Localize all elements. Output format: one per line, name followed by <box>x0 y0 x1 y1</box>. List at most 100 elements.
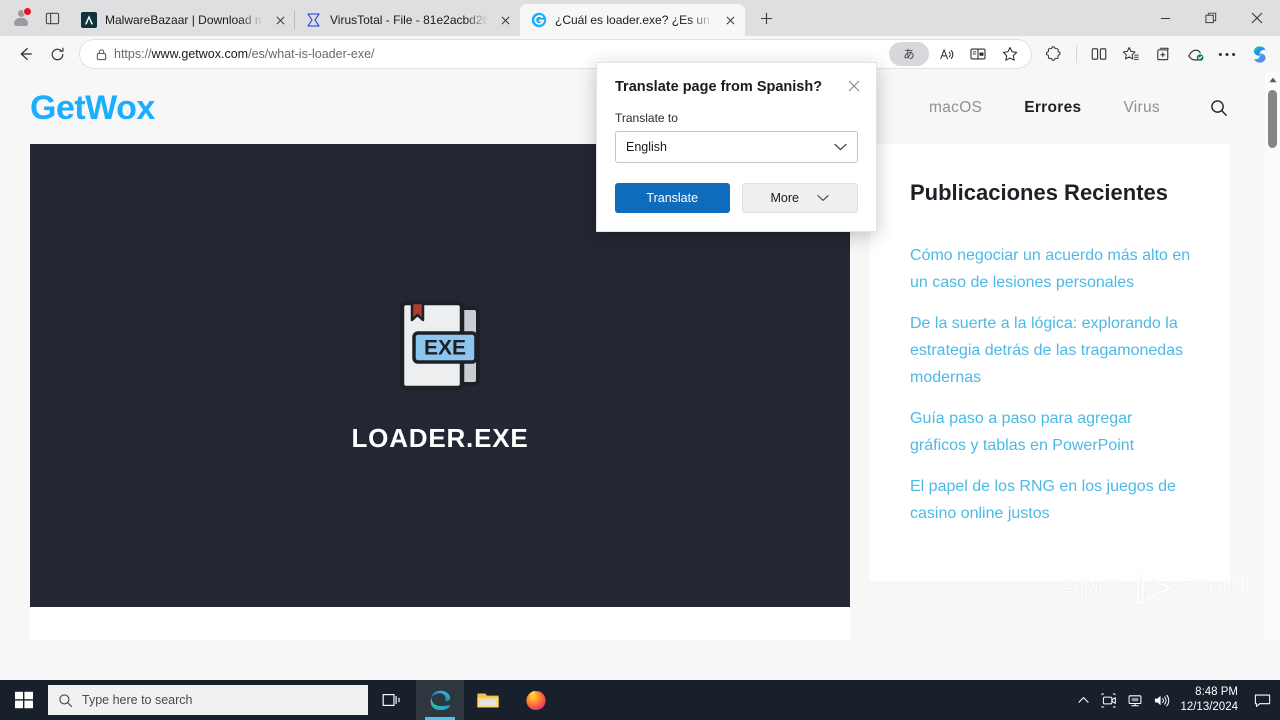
browser-essentials-button[interactable] <box>1180 39 1210 69</box>
immersive-reader-icon <box>970 48 986 60</box>
address-bar-actions: あ <box>889 39 1025 69</box>
copilot-button[interactable] <box>1244 39 1274 69</box>
tray-expand-button[interactable] <box>1070 680 1096 720</box>
malwarebazaar-icon <box>81 12 97 28</box>
hero-file-name: LOADER.EXE <box>351 423 529 453</box>
copilot-icon <box>1253 45 1266 63</box>
anyrun-play-icon <box>1137 571 1171 605</box>
sidebar-column: Publicaciones Recientes Cómo negociar un… <box>870 144 1230 581</box>
address-bar[interactable]: https://www.getwox.com/es/what-is-loader… <box>80 40 1031 68</box>
task-view-button[interactable] <box>368 680 416 720</box>
taskbar-app-edge[interactable] <box>416 680 464 720</box>
scrollbar-thumb[interactable] <box>1268 90 1277 148</box>
minimize-button[interactable] <box>1142 0 1188 36</box>
watermark-text-left: ANY <box>1057 570 1124 604</box>
windows-taskbar: Type here to search 8:48 PM 12/13/2024 <box>0 680 1280 720</box>
read-aloud-icon <box>939 48 953 59</box>
close-icon <box>848 80 860 92</box>
collections-button[interactable] <box>1148 39 1178 69</box>
star-icon <box>1002 47 1018 61</box>
notification-icon <box>1254 694 1270 707</box>
translate-to-label: Translate to <box>615 111 678 125</box>
immersive-reader-button[interactable] <box>963 39 993 69</box>
nav-item-errores[interactable]: Errores <box>1024 99 1081 117</box>
recent-post-link-3[interactable]: Guía paso a paso para agregar gráficos y… <box>910 405 1192 459</box>
tray-recording-button[interactable] <box>1096 680 1122 720</box>
notification-center-button[interactable] <box>1248 680 1276 720</box>
translate-button-primary[interactable]: Translate <box>615 183 730 213</box>
nav-item-virus[interactable]: Virus <box>1123 99 1160 117</box>
recent-posts-heading: Publicaciones Recientes <box>910 180 1168 205</box>
new-tab-button[interactable] <box>751 3 781 33</box>
tab-close-button[interactable] <box>721 11 739 29</box>
clock-time: 8:48 PM <box>1195 686 1238 698</box>
taskbar-app-firefox[interactable] <box>512 680 560 720</box>
selected-language: English <box>626 140 667 154</box>
clock-date: 12/13/2024 <box>1180 701 1238 713</box>
recent-posts-widget: Publicaciones Recientes Cómo negociar un… <box>870 144 1230 581</box>
search-icon <box>59 693 73 707</box>
favorites-button[interactable] <box>1116 39 1146 69</box>
translate-popup-close-button[interactable] <box>841 73 867 99</box>
restore-button[interactable] <box>1188 0 1234 36</box>
translate-language-select[interactable]: English <box>615 131 858 163</box>
tray-network-button[interactable] <box>1122 680 1148 720</box>
site-search-button[interactable] <box>1208 97 1230 119</box>
extensions-button[interactable] <box>1039 39 1069 69</box>
browser-tab-malwarebazaar[interactable]: MalwareBazaar | Download malw <box>70 4 295 36</box>
read-aloud-button[interactable] <box>931 39 961 69</box>
site-navigation: macOS Errores Virus <box>929 97 1246 119</box>
chevron-down-icon <box>834 143 847 151</box>
extensions-icon <box>1045 46 1061 61</box>
site-logo[interactable]: GetWox <box>30 89 155 128</box>
browser-window: MalwareBazaar | Download malw VirusTotal… <box>0 0 1280 680</box>
window-controls <box>1142 0 1280 36</box>
scrollbar-up-arrow[interactable] <box>1265 72 1280 87</box>
translate-button[interactable]: あ <box>889 42 929 66</box>
tab-strip: MalwareBazaar | Download malw VirusTotal… <box>0 0 1280 36</box>
tray-volume-button[interactable] <box>1148 680 1174 720</box>
recent-post-link-1[interactable]: Cómo negociar un acuerdo más alto en un … <box>910 242 1192 296</box>
task-view-icon <box>382 694 400 706</box>
recent-post-link-2[interactable]: De la suerte a la lógica: explorando la … <box>910 310 1192 391</box>
tab-title: MalwareBazaar | Download malw <box>105 13 263 27</box>
browser-tab-virustotal[interactable]: VirusTotal - File - 81e2acbd26c2d <box>294 4 520 36</box>
tab-close-button[interactable] <box>496 11 514 29</box>
translate-glyph: あ <box>903 49 915 61</box>
tab-title: ¿Cuál es loader.exe? ¿Es un virus? <box>555 13 713 27</box>
more-button-label: More <box>770 191 799 205</box>
page-scrollbar[interactable] <box>1265 72 1280 640</box>
browser-tab-getwox[interactable]: ¿Cuál es loader.exe? ¿Es un virus? <box>520 4 745 36</box>
firefox-icon <box>526 690 546 711</box>
anyrun-watermark: ANY RUN <box>1057 568 1250 608</box>
settings-and-more-button[interactable] <box>1212 39 1242 69</box>
favorites-icon <box>1122 47 1139 60</box>
tab-actions-button[interactable] <box>38 4 66 32</box>
nav-item-macos[interactable]: macOS <box>929 99 982 117</box>
refresh-button[interactable] <box>42 39 72 69</box>
watermark-text-right: RUN <box>1181 570 1250 604</box>
windows-start-icon <box>15 691 33 709</box>
taskbar-search-box[interactable]: Type here to search <box>48 685 368 715</box>
taskbar-app-file-explorer[interactable] <box>464 680 512 720</box>
chevron-down-icon <box>817 195 829 201</box>
tabs-container: MalwareBazaar | Download malw VirusTotal… <box>70 0 1142 36</box>
close-button[interactable] <box>1234 0 1280 36</box>
exe-file-icon: EXE <box>392 297 488 403</box>
url-prefix: https:// <box>114 47 152 61</box>
more-options-button[interactable]: More <box>741 183 858 213</box>
getwox-icon <box>531 12 547 28</box>
recent-post-link-4[interactable]: El papel de los RNG en los juegos de cas… <box>910 473 1192 527</box>
split-screen-button[interactable] <box>1084 39 1114 69</box>
edge-icon <box>430 690 450 710</box>
lock-icon <box>88 48 114 61</box>
svg-text:EXE: EXE <box>424 337 466 360</box>
virustotal-icon <box>306 12 322 28</box>
add-favorite-button[interactable] <box>995 39 1025 69</box>
back-button[interactable] <box>10 39 40 69</box>
tab-close-button[interactable] <box>271 11 289 29</box>
start-button[interactable] <box>0 680 48 720</box>
taskbar-clock[interactable]: 8:48 PM 12/13/2024 <box>1174 680 1248 720</box>
split-screen-icon <box>1091 48 1107 60</box>
profile-avatar-button[interactable] <box>6 4 36 32</box>
